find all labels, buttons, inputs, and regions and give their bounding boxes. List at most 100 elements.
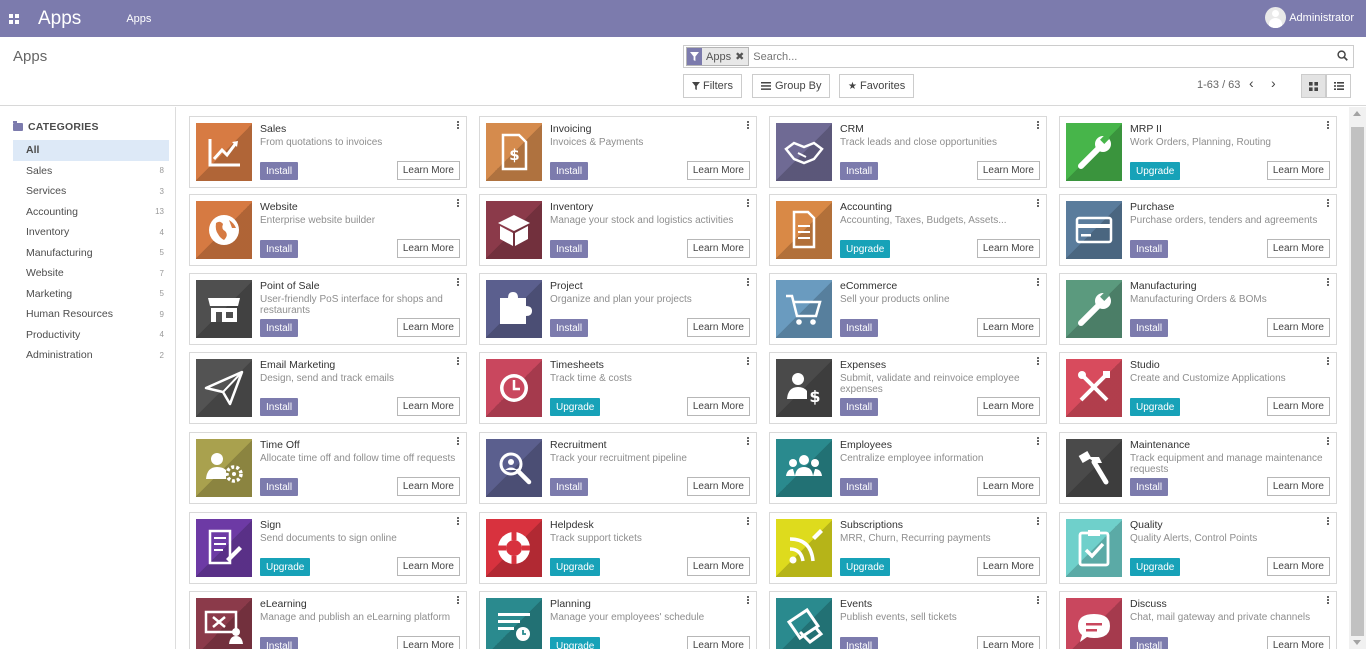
app-card[interactable]: Website Enterprise website builder Install… — [189, 194, 467, 266]
learn-more-button[interactable]: Learn More — [686, 239, 750, 258]
learn-more-button[interactable]: Learn More — [1266, 557, 1330, 576]
upgrade-button[interactable]: Upgrade — [550, 558, 601, 576]
install-button[interactable]: Install — [260, 637, 299, 649]
app-card[interactable]: Inventory Manage your stock and logistics… — [479, 194, 757, 266]
app-card[interactable]: $ Expenses Submit, validate and reinvoice … — [769, 352, 1047, 424]
user-menu[interactable]: Administrator — [1265, 7, 1354, 28]
learn-more-button[interactable]: Learn More — [396, 318, 460, 337]
search-input[interactable] — [753, 50, 1331, 63]
upgrade-button[interactable]: Upgrade — [1130, 558, 1181, 576]
app-card[interactable]: Studio Create and Customize Applications U… — [1059, 352, 1337, 424]
app-card[interactable]: Discuss Chat, mail gateway and private ch… — [1059, 591, 1337, 649]
favorites-button[interactable]: ★ Favorites — [839, 74, 915, 98]
learn-more-button[interactable]: Learn More — [1266, 239, 1330, 258]
app-card[interactable]: MRP II Work Orders, Planning, Routing Upgr… — [1059, 116, 1337, 188]
app-switcher-icon[interactable] — [0, 0, 28, 37]
kebab-menu-icon[interactable] — [1327, 437, 1330, 445]
learn-more-button[interactable]: Learn More — [396, 636, 460, 649]
app-card[interactable]: Accounting Accounting, Taxes, Budgets, As… — [769, 194, 1047, 266]
kebab-menu-icon[interactable] — [1037, 437, 1040, 445]
install-button[interactable]: Install — [550, 162, 589, 180]
learn-more-button[interactable]: Learn More — [976, 557, 1040, 576]
app-card[interactable]: Planning Manage your employees' schedule U… — [479, 591, 757, 649]
kebab-menu-icon[interactable] — [747, 121, 750, 129]
kebab-menu-icon[interactable] — [1037, 121, 1040, 129]
app-card[interactable]: Timesheets Track time & costs Upgrade Learn… — [479, 352, 757, 424]
upgrade-button[interactable]: Upgrade — [260, 558, 311, 576]
upgrade-button[interactable]: Upgrade — [550, 637, 601, 649]
app-card[interactable]: $ Invoicing Invoices & Payments Install Lear… — [479, 116, 757, 188]
app-card[interactable]: Helpdesk Track support tickets Upgrade Lear… — [479, 512, 757, 584]
app-card[interactable]: Sales From quotations to invoices Install L… — [189, 116, 467, 188]
learn-more-button[interactable]: Learn More — [976, 636, 1040, 649]
upgrade-button[interactable]: Upgrade — [550, 398, 601, 416]
kebab-menu-icon[interactable] — [747, 596, 750, 604]
kebab-menu-icon[interactable] — [747, 517, 750, 525]
install-button[interactable]: Install — [840, 162, 879, 180]
kebab-menu-icon[interactable] — [457, 278, 460, 286]
install-button[interactable]: Install — [1130, 637, 1169, 649]
app-card[interactable]: CRM Track leads and close opportunities In… — [769, 116, 1047, 188]
kebab-menu-icon[interactable] — [747, 278, 750, 286]
install-button[interactable]: Install — [840, 637, 879, 649]
learn-more-button[interactable]: Learn More — [1266, 477, 1330, 496]
learn-more-button[interactable]: Learn More — [686, 477, 750, 496]
kebab-menu-icon[interactable] — [457, 596, 460, 604]
learn-more-button[interactable]: Learn More — [1266, 161, 1330, 180]
scroll-thumb[interactable] — [1351, 127, 1364, 636]
search-facet[interactable]: Apps ✖ — [686, 47, 750, 66]
pager-next-icon[interactable]: › — [1271, 75, 1276, 91]
upgrade-button[interactable]: Upgrade — [1130, 162, 1181, 180]
app-card[interactable]: Events Publish events, sell tickets Instal… — [769, 591, 1047, 649]
nav-menu-apps[interactable]: Apps — [126, 13, 151, 25]
kebab-menu-icon[interactable] — [457, 121, 460, 129]
app-card[interactable]: Time Off Allocate time off and follow tim… — [189, 432, 467, 504]
pager-previous-icon[interactable]: ‹ — [1249, 75, 1254, 91]
kebab-menu-icon[interactable] — [1327, 121, 1330, 129]
learn-more-button[interactable]: Learn More — [976, 161, 1040, 180]
install-button[interactable]: Install — [550, 240, 589, 258]
category-item[interactable]: Productivity 4 — [13, 325, 169, 346]
category-item[interactable]: Manufacturing 5 — [13, 243, 169, 264]
app-card[interactable]: Point of Sale User-friendly PoS interface… — [189, 273, 467, 345]
learn-more-button[interactable]: Learn More — [396, 161, 460, 180]
learn-more-button[interactable]: Learn More — [396, 397, 460, 416]
learn-more-button[interactable]: Learn More — [1266, 318, 1330, 337]
learn-more-button[interactable]: Learn More — [396, 239, 460, 258]
app-card[interactable]: eCommerce Sell your products online Instal… — [769, 273, 1047, 345]
app-card[interactable]: Purchase Purchase orders, tenders and agr… — [1059, 194, 1337, 266]
install-button[interactable]: Install — [1130, 478, 1169, 496]
kebab-menu-icon[interactable] — [1037, 278, 1040, 286]
app-card[interactable]: Sign Send documents to sign online Upgrade… — [189, 512, 467, 584]
scrollbar[interactable] — [1349, 107, 1366, 649]
install-button[interactable]: Install — [1130, 240, 1169, 258]
kebab-menu-icon[interactable] — [457, 437, 460, 445]
learn-more-button[interactable]: Learn More — [976, 318, 1040, 337]
kebab-menu-icon[interactable] — [457, 517, 460, 525]
kebab-menu-icon[interactable] — [1037, 357, 1040, 365]
search-icon[interactable] — [1331, 49, 1353, 64]
learn-more-button[interactable]: Learn More — [976, 397, 1040, 416]
pager-value[interactable]: 1-63 / 63 — [1197, 79, 1240, 91]
category-item[interactable]: Accounting 13 — [13, 202, 169, 223]
learn-more-button[interactable]: Learn More — [686, 557, 750, 576]
kebab-menu-icon[interactable] — [747, 199, 750, 207]
learn-more-button[interactable]: Learn More — [686, 397, 750, 416]
learn-more-button[interactable]: Learn More — [1266, 397, 1330, 416]
kebab-menu-icon[interactable] — [747, 357, 750, 365]
category-item[interactable]: Website 7 — [13, 263, 169, 284]
kebab-menu-icon[interactable] — [1327, 357, 1330, 365]
install-button[interactable]: Install — [840, 398, 879, 416]
scroll-up-icon[interactable] — [1353, 111, 1361, 116]
install-button[interactable]: Install — [840, 319, 879, 337]
app-card[interactable]: Maintenance Track equipment and manage ma… — [1059, 432, 1337, 504]
list-view-icon[interactable] — [1326, 74, 1351, 98]
learn-more-button[interactable]: Learn More — [976, 477, 1040, 496]
learn-more-button[interactable]: Learn More — [396, 477, 460, 496]
category-item[interactable]: Administration 2 — [13, 345, 169, 366]
install-button[interactable]: Install — [260, 478, 299, 496]
install-button[interactable]: Install — [260, 240, 299, 258]
kanban-view-icon[interactable] — [1301, 74, 1326, 98]
app-card[interactable]: Recruitment Track your recruitment pipeli… — [479, 432, 757, 504]
filters-button[interactable]: Filters — [683, 74, 742, 98]
